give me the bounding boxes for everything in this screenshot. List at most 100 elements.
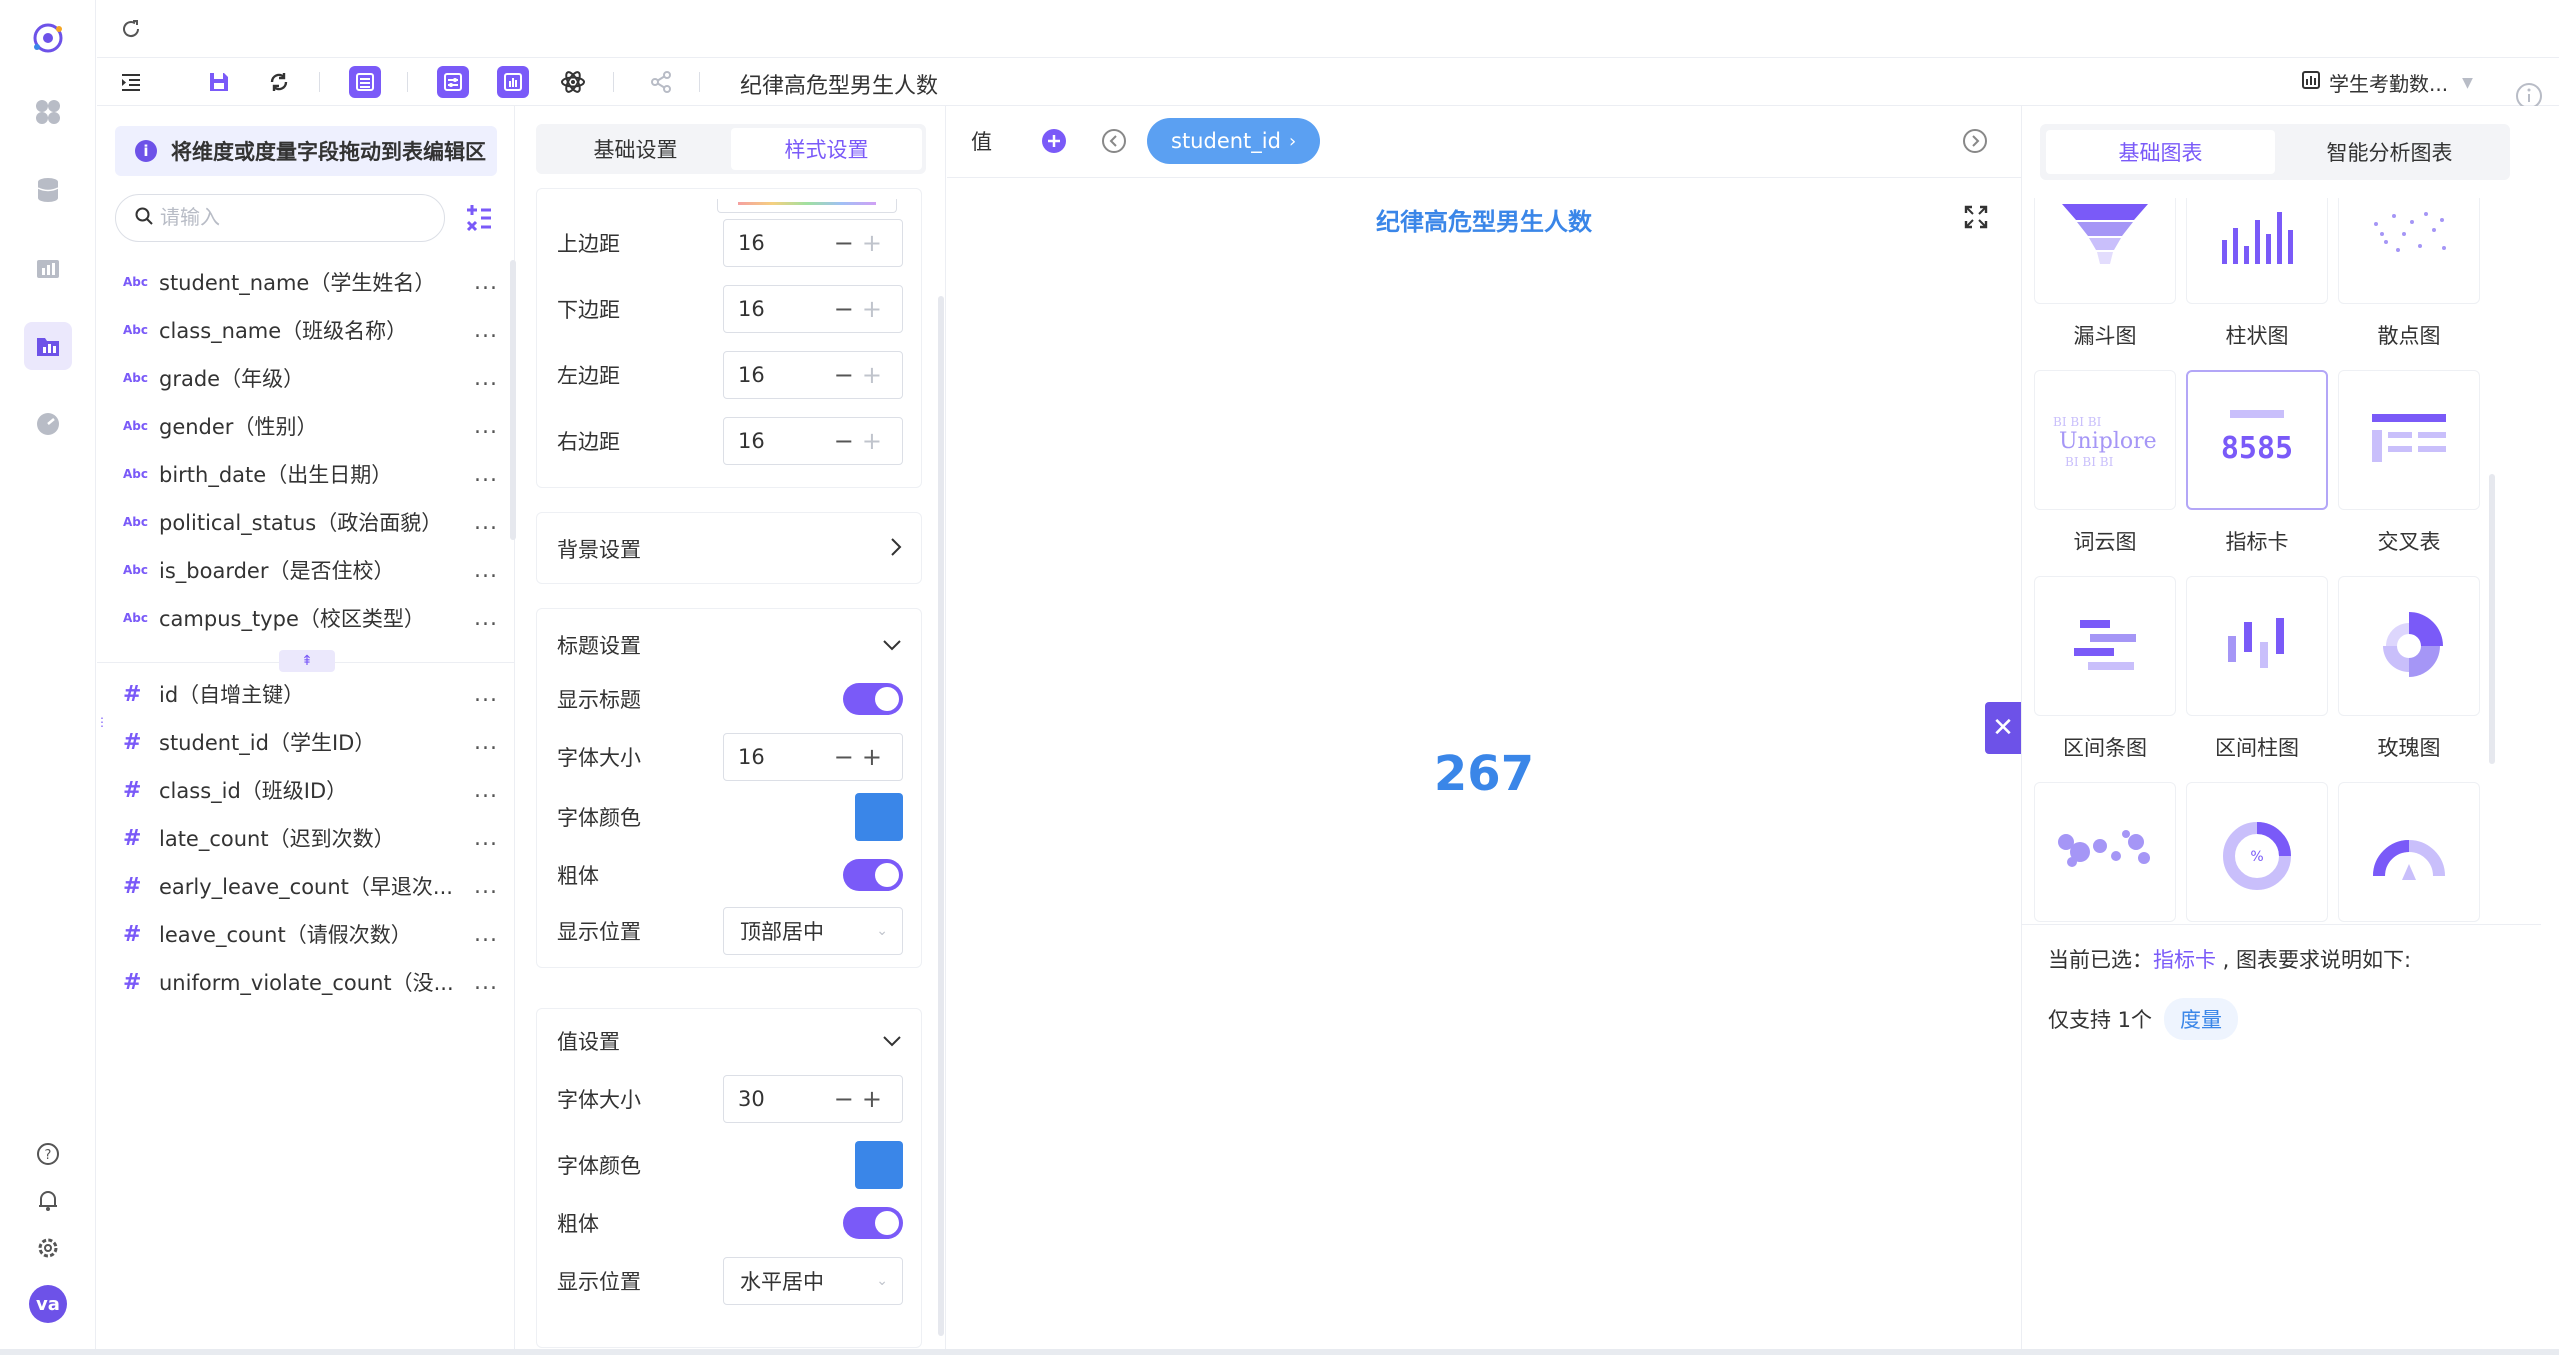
dimension-item[interactable]: Abc student_name（学生姓名）... [123,260,498,304]
more-icon[interactable]: ... [468,318,498,343]
minus-icon[interactable]: − [834,743,862,771]
title-font-color-swatch[interactable] [855,793,903,841]
resize-handle[interactable]: ⇞ [279,650,335,672]
measure-item[interactable]: # uniform_violate_count（没...... [123,960,498,1004]
minus-icon[interactable]: − [834,1085,862,1113]
help-icon[interactable]: ? [24,1130,72,1178]
value-bold-toggle[interactable] [843,1207,903,1239]
dataset-selector[interactable]: 学生考勤数... ▼ [2301,68,2473,97]
plus-icon[interactable]: + [862,743,890,771]
value-font-size-stepper[interactable]: 30 −+ [723,1075,903,1123]
database-icon[interactable] [24,166,72,214]
background-card[interactable]: 背景设置 [536,512,922,584]
tab-style-settings[interactable]: 样式设置 [731,128,922,170]
app-logo-icon[interactable] [24,14,72,62]
measure-item[interactable]: # leave_count（请假次数）... [123,912,498,956]
filter-settings-button[interactable] [437,66,469,98]
chart-type-rose-chart[interactable]: 玫瑰图 [2338,576,2480,762]
chart-type-kpi-card[interactable]: 8585 指标卡 [2186,370,2328,556]
title-position-select[interactable]: 顶部居中 ⌄ [723,907,903,955]
tab-smart-charts[interactable]: 智能分析图表 [2275,130,2504,174]
dimension-item[interactable]: Abc grade（年级）... [123,356,498,400]
more-icon[interactable]: ... [468,510,498,535]
value-settings-header[interactable]: 值设置 [557,1017,903,1065]
tab-basic-charts[interactable]: 基础图表 [2046,130,2275,174]
minus-icon[interactable]: − [834,295,862,323]
settings-scrollbar[interactable] [938,296,944,1336]
settings-gear-icon[interactable] [24,1224,72,1272]
minus-icon[interactable]: − [834,229,862,257]
measure-item[interactable]: # student_id（学生ID）... [123,720,498,764]
bell-icon[interactable] [24,1176,72,1224]
more-icon[interactable]: ... [468,826,498,851]
chart-editor-icon[interactable] [24,322,72,370]
more-icon[interactable]: ... [468,366,498,391]
dimension-item[interactable]: Abc political_status（政治面貌）... [123,500,498,544]
measure-item[interactable]: # id（自增主键）... [123,672,498,716]
title-font-size-stepper[interactable]: 16 −+ [723,733,903,781]
chart-type-percent-donut-chart[interactable]: % [2186,782,2328,922]
dimension-item[interactable]: Abc campus_type（校区类型）... [123,596,498,640]
chart-type-scatter-chart[interactable]: 散点图 [2338,198,2480,350]
chart-view-button[interactable] [497,66,529,98]
title-bold-toggle[interactable] [843,859,903,891]
dashboard-icon[interactable] [24,88,72,136]
collapse-panel-icon[interactable] [115,66,147,98]
search-input[interactable] [160,206,420,230]
scroll-left-icon[interactable] [1101,128,1127,158]
margin-stepper[interactable]: 16 −+ [723,219,903,267]
more-icon[interactable]: ... [468,874,498,899]
chart-type-gauge-chart[interactable] [2338,782,2480,922]
chart-type-cross-table[interactable]: 交叉表 [2338,370,2480,556]
plus-icon[interactable]: + [862,361,890,389]
dimension-item[interactable]: Abc class_name（班级名称）... [123,308,498,352]
minus-icon[interactable]: − [834,361,862,389]
close-panel-icon[interactable]: ✕ [1985,702,2021,754]
add-circle-icon[interactable] [1041,128,1067,158]
value-position-select[interactable]: 水平居中 ⌄ [723,1257,903,1305]
more-icon[interactable]: ... [468,606,498,631]
minus-icon[interactable]: − [834,427,862,455]
plus-icon[interactable]: + [862,295,890,323]
margin-stepper[interactable]: 16 −+ [723,285,903,333]
chart-type-range-bar-chart[interactable]: 区间条图 [2034,576,2176,762]
drag-grip-icon[interactable]: ⋮ [96,716,108,748]
plus-icon[interactable]: + [862,229,890,257]
more-icon[interactable]: ... [468,970,498,995]
more-icon[interactable]: ... [468,462,498,487]
chart-name[interactable]: 纪律高危型男生人数 [740,68,938,100]
add-field-icon[interactable] [463,202,495,238]
fullscreen-icon[interactable] [1963,204,1989,234]
show-title-toggle[interactable] [843,683,903,715]
report-icon[interactable] [24,244,72,292]
value-font-color-swatch[interactable] [855,1141,903,1189]
gallery-scrollbar[interactable] [2489,474,2495,764]
more-icon[interactable]: ... [468,922,498,947]
measure-item[interactable]: # class_id（班级ID）... [123,768,498,812]
more-icon[interactable]: ... [468,414,498,439]
measure-item[interactable]: # late_count（迟到次数）... [123,816,498,860]
atom-icon[interactable] [557,66,589,98]
chart-type-wordcloud-chart[interactable]: BI BI BI Uniplore BI BI BI 词云图 [2034,370,2176,556]
chart-type-bubble-chart[interactable] [2034,782,2176,922]
more-icon[interactable]: ... [468,558,498,583]
more-icon[interactable]: ... [468,682,498,707]
chart-type-funnel-chart[interactable]: 漏斗图 [2034,198,2176,350]
share-icon[interactable] [645,66,677,98]
title-settings-header[interactable]: 标题设置 [557,621,903,669]
save-icon[interactable] [203,66,235,98]
field-search[interactable] [115,194,445,242]
more-icon[interactable]: ... [468,730,498,755]
chart-type-bar-chart[interactable]: 柱状图 [2186,198,2328,350]
dimension-item[interactable]: Abc is_boarder（是否住校）... [123,548,498,592]
background-row[interactable]: 背景设置 [557,525,903,573]
refresh-icon[interactable] [115,13,147,45]
monitor-icon[interactable] [24,400,72,448]
margin-stepper[interactable]: 16 −+ [723,417,903,465]
plus-icon[interactable]: + [862,427,890,455]
more-icon[interactable]: ... [468,778,498,803]
field-pill[interactable]: student_id › [1147,118,1321,164]
sync-icon[interactable] [263,66,295,98]
more-icon[interactable]: ... [468,270,498,295]
margin-stepper[interactable]: 16 −+ [723,351,903,399]
